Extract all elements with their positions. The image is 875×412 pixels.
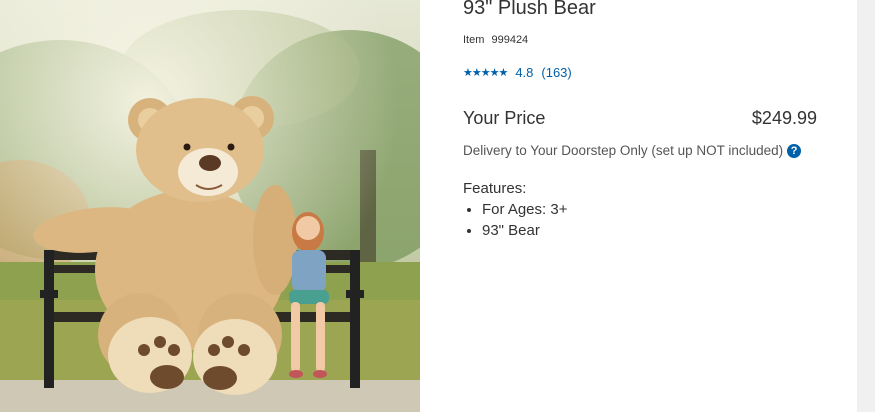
delivery-text: Delivery to Your Doorstep Only (set up N…: [463, 143, 784, 158]
item-number: Item 999424: [463, 34, 528, 46]
star-rating-icon: ★★★★★: [463, 67, 508, 79]
product-image[interactable]: [0, 0, 420, 412]
price-row: Your Price $249.99: [463, 108, 817, 129]
features-list: For Ages: 3+ 93" Bear: [463, 199, 567, 241]
product-rating[interactable]: ★★★★★ 4.8 (163): [463, 65, 572, 80]
rating-value: 4.8: [515, 65, 534, 80]
item-number-value: 999424: [491, 34, 529, 46]
plush-bear-photo: [0, 0, 420, 412]
product-title: 93" Plush Bear: [463, 0, 596, 19]
price-value: $249.99: [751, 108, 817, 128]
review-count-link[interactable]: (163): [541, 65, 571, 80]
product-page: 93" Plush Bear Item 999424 ★★★★★ 4.8 (16…: [0, 0, 875, 412]
features-heading: Features:: [463, 180, 527, 197]
feature-item: 93" Bear: [482, 220, 567, 241]
product-details-panel: 93" Plush Bear Item 999424 ★★★★★ 4.8 (16…: [420, 0, 857, 412]
feature-item: For Ages: 3+: [482, 199, 567, 220]
features-section: Features: For Ages: 3+ 93" Bear: [463, 180, 567, 241]
price-label: Your Price: [463, 108, 546, 128]
page-gutter: [857, 0, 875, 412]
delivery-note: Delivery to Your Doorstep Only (set up N…: [463, 143, 802, 158]
question-circle-icon[interactable]: ?: [787, 143, 802, 158]
item-label: Item: [463, 34, 485, 46]
